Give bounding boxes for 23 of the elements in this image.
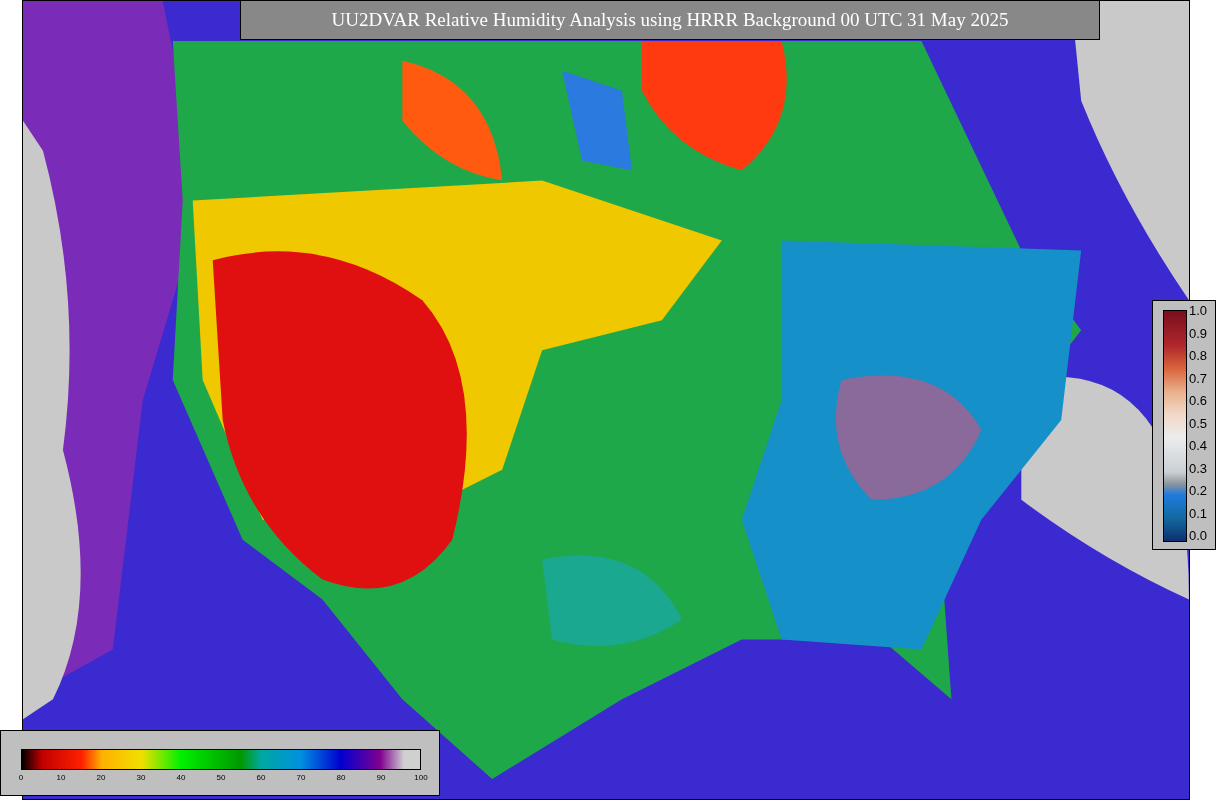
colorbar-tick-label: 0.9 [1189,326,1208,340]
colorbar-tick-label: 80 [335,774,347,782]
colorbar-tick-label: 70 [295,774,307,782]
colorbar-tick-label: 0.8 [1189,349,1208,362]
colorbar-tick-label: 0 [17,774,25,782]
colorbar-tick-label: 40 [175,774,187,782]
colorbar-tick-label: 0.7 [1189,371,1208,385]
colorbar-tick-label: 0.4 [1189,439,1208,452]
colorbar-tick-label: 0.1 [1189,506,1208,520]
colorbar-tick-label: 0.3 [1189,461,1208,475]
colorbar-tick-label: 90 [375,774,387,782]
colorbar-tick-label: 0.0 [1189,529,1208,542]
map-title: UU2DVAR Relative Humidity Analysis using HRRR Background 00 UTC 31 May 2025 [240,0,1100,40]
colorbar-tick-label: 0.5 [1189,416,1208,430]
colorbar-tick-label: 30 [135,774,147,782]
colorbar-tick-label: 50 [215,774,227,782]
colorbar-tick-label: 60 [255,774,267,782]
colorbar-tick-label: 100 [413,774,429,782]
colorbar-tick-label: 1.0 [1189,304,1208,317]
colorbar-tick-label: 0.6 [1189,394,1208,407]
colorbar-tick-label: 0.2 [1189,484,1208,497]
colorbar-tick-label: 10 [55,774,67,782]
colorbar-tick-label: 20 [95,774,107,782]
